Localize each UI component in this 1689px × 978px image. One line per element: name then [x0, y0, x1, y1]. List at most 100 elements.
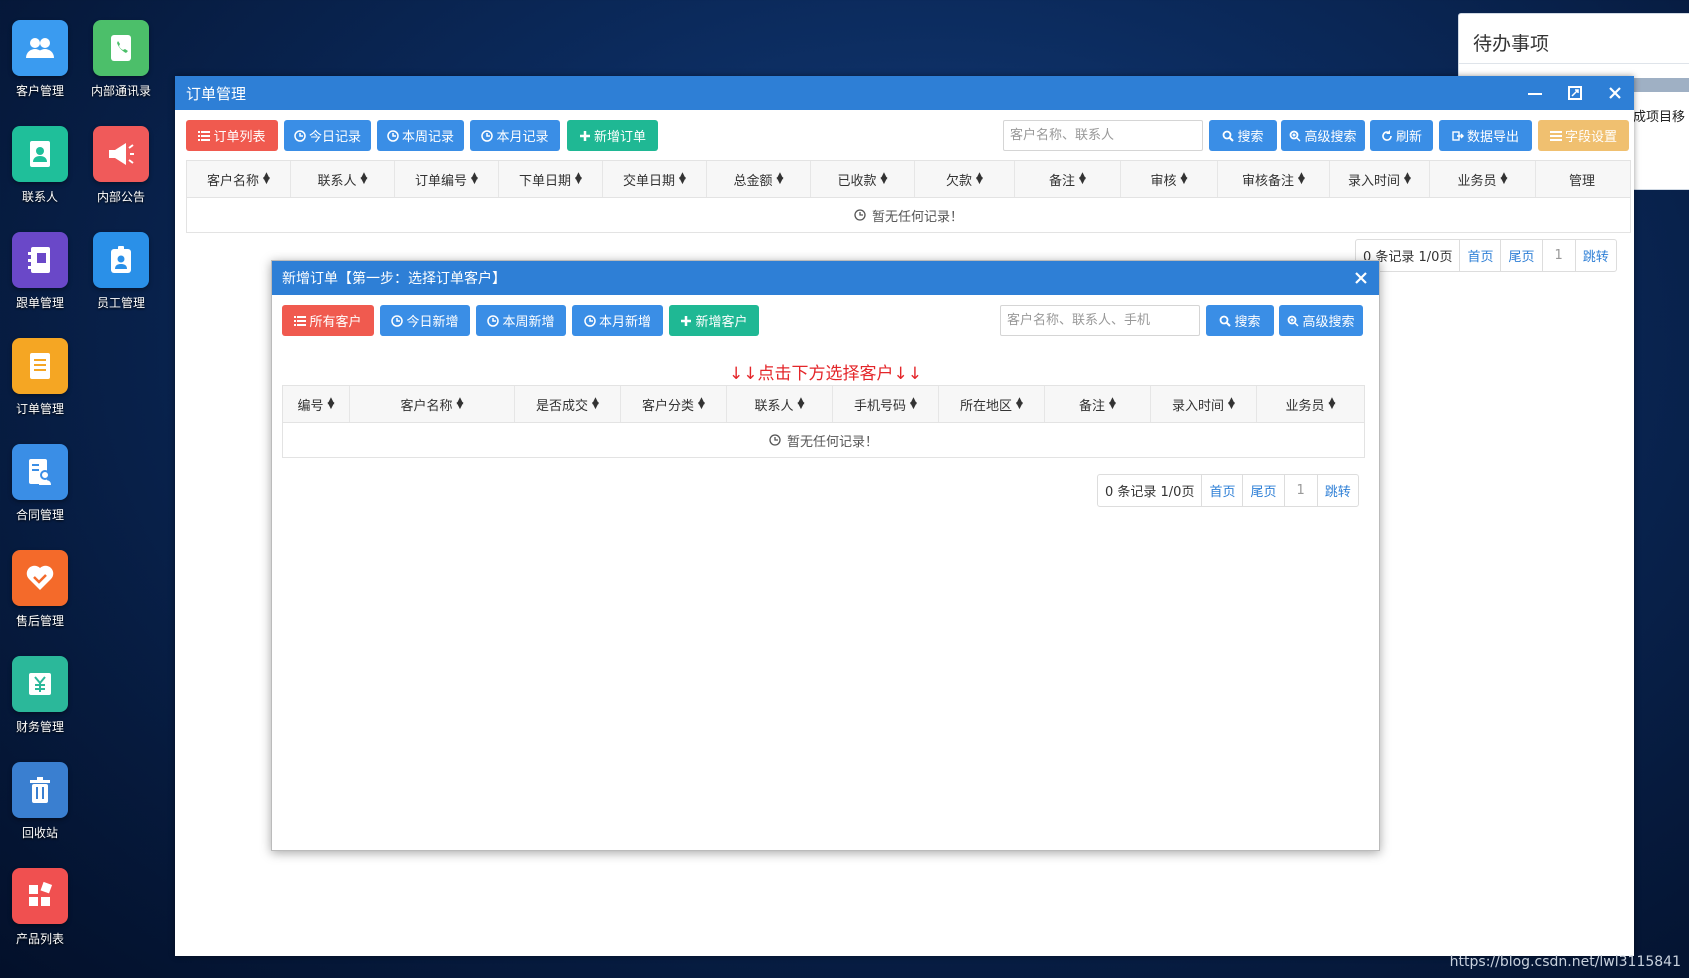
- month-records-button[interactable]: 本月记录: [470, 120, 560, 151]
- desktop-icon-followup[interactable]: 跟单管理: [0, 232, 80, 311]
- column-header[interactable]: 录入时间 ▲ ▼: [1151, 386, 1257, 422]
- column-header[interactable]: 联系人 ▲ ▼: [727, 386, 833, 422]
- clock-icon: [387, 129, 399, 142]
- export-button[interactable]: 数据导出: [1439, 120, 1532, 151]
- contact-card-icon: [12, 126, 68, 182]
- window-title: 订单管理: [186, 84, 247, 103]
- sort-icon: ▲ ▼: [327, 396, 335, 411]
- customer-advanced-search-button[interactable]: 高级搜索: [1279, 305, 1363, 336]
- clock-icon: [769, 434, 781, 446]
- phone-book-icon: [93, 20, 149, 76]
- column-header[interactable]: 总金额 ▲ ▼: [707, 161, 811, 197]
- new-customer-button[interactable]: 新增客户: [669, 305, 759, 336]
- trash-icon: [12, 762, 68, 818]
- column-header[interactable]: 是否成交 ▲ ▼: [515, 386, 621, 422]
- desktop-icon-contract[interactable]: 合同管理: [0, 444, 80, 523]
- column-header[interactable]: 备注 ▲ ▼: [1045, 386, 1151, 422]
- bars-icon: [1549, 130, 1562, 141]
- desktop-icon-label: 产品列表: [15, 932, 64, 946]
- desktop-icon-orders[interactable]: 订单管理: [0, 338, 80, 417]
- column-header[interactable]: 欠款 ▲ ▼: [915, 161, 1015, 197]
- desktop-icon-label: 联系人: [21, 190, 58, 204]
- pager-first[interactable]: 首页: [1202, 475, 1244, 506]
- desktop-icon-announcement[interactable]: 内部公告: [81, 126, 161, 205]
- order-search-input[interactable]: [1003, 120, 1203, 151]
- pager-page[interactable]: 1: [1543, 240, 1576, 271]
- column-header[interactable]: 审核备注 ▲ ▼: [1218, 161, 1330, 197]
- desktop-icon-recycle[interactable]: 回收站: [0, 762, 80, 841]
- pager-jump[interactable]: 跳转: [1576, 240, 1616, 271]
- clock-icon: [481, 129, 494, 142]
- desktop-icon-customer[interactable]: 客户管理: [0, 20, 80, 99]
- pager-page[interactable]: 1: [1285, 475, 1318, 506]
- desktop-icon-label: 内部通讯录: [90, 84, 151, 98]
- column-header[interactable]: 备注 ▲ ▼: [1015, 161, 1121, 197]
- finance-yen-icon: [12, 656, 68, 712]
- close-icon[interactable]: [1597, 76, 1633, 110]
- megaphone-icon: [93, 126, 149, 182]
- clock-icon: [487, 314, 500, 327]
- order-list-button[interactable]: 订单列表: [186, 120, 278, 151]
- column-header[interactable]: 编号 ▲ ▼: [283, 386, 350, 422]
- desktop-icon-finance[interactable]: 财务管理: [0, 656, 80, 735]
- desktop-icon-contacts[interactable]: 联系人: [0, 126, 80, 205]
- todo-item-fragment[interactable]: 成项目移: [1633, 106, 1685, 125]
- column-header[interactable]: 下单日期 ▲ ▼: [499, 161, 603, 197]
- pager-jump[interactable]: 跳转: [1318, 475, 1358, 506]
- column-header[interactable]: 手机号码 ▲ ▼: [833, 386, 939, 422]
- new-order-modal: 新增订单【第一步：选择订单客户】 所有客户 今日新增 本周新增 本月新增 新增客…: [271, 260, 1380, 851]
- sort-icon: ▲ ▼: [1328, 396, 1336, 411]
- clock-icon: [294, 129, 306, 142]
- modal-close-icon[interactable]: [1343, 261, 1379, 295]
- column-header[interactable]: 订单编号 ▲ ▼: [395, 161, 499, 197]
- all-customers-button[interactable]: 所有客户: [282, 305, 374, 336]
- sort-icon: ▲ ▼: [910, 396, 917, 411]
- window-titlebar[interactable]: 订单管理: [175, 76, 1634, 110]
- week-records-button[interactable]: 本周记录: [377, 120, 464, 151]
- order-search-button[interactable]: 搜索: [1209, 120, 1277, 151]
- sort-icon: ▲ ▼: [1404, 171, 1411, 186]
- pager-first[interactable]: 首页: [1460, 240, 1502, 271]
- customer-table-header: 编号 ▲ ▼ 客户名称 ▲ ▼ 是否成交 ▲ ▼ 客户分类 ▲ ▼ 联系人 ▲ ▼ 手机号码 ▲ ▼ 所…: [283, 386, 1364, 423]
- column-header[interactable]: 已收款 ▲ ▼: [811, 161, 915, 197]
- plus-icon: [681, 315, 692, 326]
- sort-icon: ▲ ▼: [1500, 171, 1508, 186]
- desktop-icon-label: 财务管理: [15, 720, 64, 734]
- column-header[interactable]: 客户分类 ▲ ▼: [621, 386, 727, 422]
- column-header[interactable]: 业务员 ▲ ▼: [1430, 161, 1536, 197]
- week-new-button[interactable]: 本周新增: [476, 305, 566, 336]
- maximize-icon[interactable]: [1557, 76, 1593, 110]
- sort-icon: ▲ ▼: [976, 171, 983, 186]
- field-settings-button[interactable]: 字段设置: [1538, 120, 1629, 151]
- column-header[interactable]: 交单日期 ▲ ▼: [603, 161, 707, 197]
- pager-records: 0 条记录 1/0页: [1098, 475, 1203, 506]
- sort-icon: ▲ ▼: [1079, 171, 1086, 186]
- desktop-icon-phonebook[interactable]: 内部通讯录: [81, 20, 161, 99]
- refresh-button[interactable]: 刷新: [1370, 120, 1433, 151]
- new-order-button[interactable]: 新增订单: [567, 120, 658, 151]
- column-header[interactable]: 联系人 ▲ ▼: [291, 161, 395, 197]
- order-table-header: 客户名称 ▲ ▼ 联系人 ▲ ▼ 订单编号 ▲ ▼ 下单日期 ▲ ▼ 交单日期 ▲ ▼ 总金额 ▲ ▼ …: [187, 161, 1630, 198]
- sort-icon: ▲ ▼: [360, 171, 368, 186]
- pager-last[interactable]: 尾页: [1243, 475, 1285, 506]
- pager-last[interactable]: 尾页: [1501, 240, 1543, 271]
- today-new-button[interactable]: 今日新增: [380, 305, 470, 336]
- desktop-icon-label: 员工管理: [96, 296, 145, 310]
- desktop-icon-aftersales[interactable]: 售后管理: [0, 550, 80, 629]
- column-header[interactable]: 录入时间 ▲ ▼: [1330, 161, 1430, 197]
- column-header[interactable]: 客户名称 ▲ ▼: [187, 161, 291, 197]
- order-advanced-search-button[interactable]: 高级搜索: [1281, 120, 1365, 151]
- customer-search-input[interactable]: [1000, 305, 1200, 336]
- clock-icon: [391, 314, 404, 327]
- column-header[interactable]: 所在地区 ▲ ▼: [939, 386, 1045, 422]
- desktop-icon-employee[interactable]: 员工管理: [81, 232, 161, 311]
- today-records-button[interactable]: 今日记录: [284, 120, 371, 151]
- column-header[interactable]: 客户名称 ▲ ▼: [350, 386, 515, 422]
- column-header[interactable]: 业务员 ▲ ▼: [1257, 386, 1364, 422]
- customer-search-button[interactable]: 搜索: [1206, 305, 1274, 336]
- minimize-icon[interactable]: [1517, 76, 1553, 110]
- column-header[interactable]: 审核 ▲ ▼: [1121, 161, 1218, 197]
- modal-titlebar[interactable]: 新增订单【第一步：选择订单客户】: [272, 261, 1379, 295]
- desktop-icon-products[interactable]: 产品列表: [0, 868, 80, 947]
- month-new-button[interactable]: 本月新增: [572, 305, 663, 336]
